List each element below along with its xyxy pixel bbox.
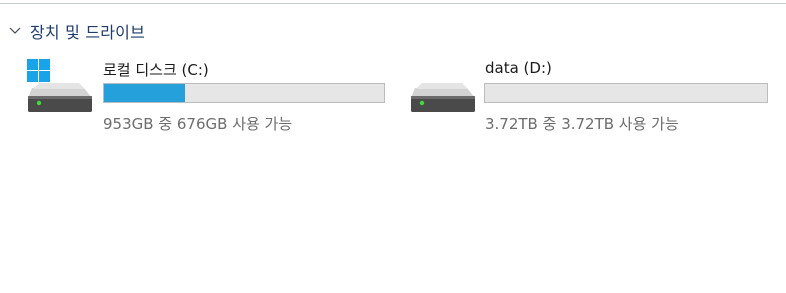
drive-name: 로컬 디스크 (C:)	[103, 61, 209, 79]
explorer-drives-view: 장치 및 드라이브 로컬 디스크 (C:) 953GB 중 676GB 사용 가…	[0, 0, 786, 293]
devices-and-drives-header[interactable]: 장치 및 드라이브	[7, 18, 145, 44]
drive-free-space: 3.72TB 중 3.72TB 사용 가능	[485, 115, 679, 133]
usage-bar	[103, 83, 385, 103]
top-divider	[0, 3, 786, 4]
drive-item-c[interactable]: 로컬 디스크 (C:) 953GB 중 676GB 사용 가능	[25, 56, 385, 136]
section-title: 장치 및 드라이브	[30, 23, 146, 42]
drive-free-space: 953GB 중 676GB 사용 가능	[103, 115, 293, 133]
drive-name: data (D:)	[485, 59, 552, 77]
drive-item-d[interactable]: data (D:) 3.72TB 중 3.72TB 사용 가능	[408, 56, 768, 136]
usage-bar	[484, 83, 768, 103]
chevron-down-icon[interactable]	[7, 23, 23, 39]
hard-drive-icon	[408, 56, 476, 116]
system-drive-icon	[25, 56, 93, 116]
usage-bar-fill	[104, 84, 186, 102]
